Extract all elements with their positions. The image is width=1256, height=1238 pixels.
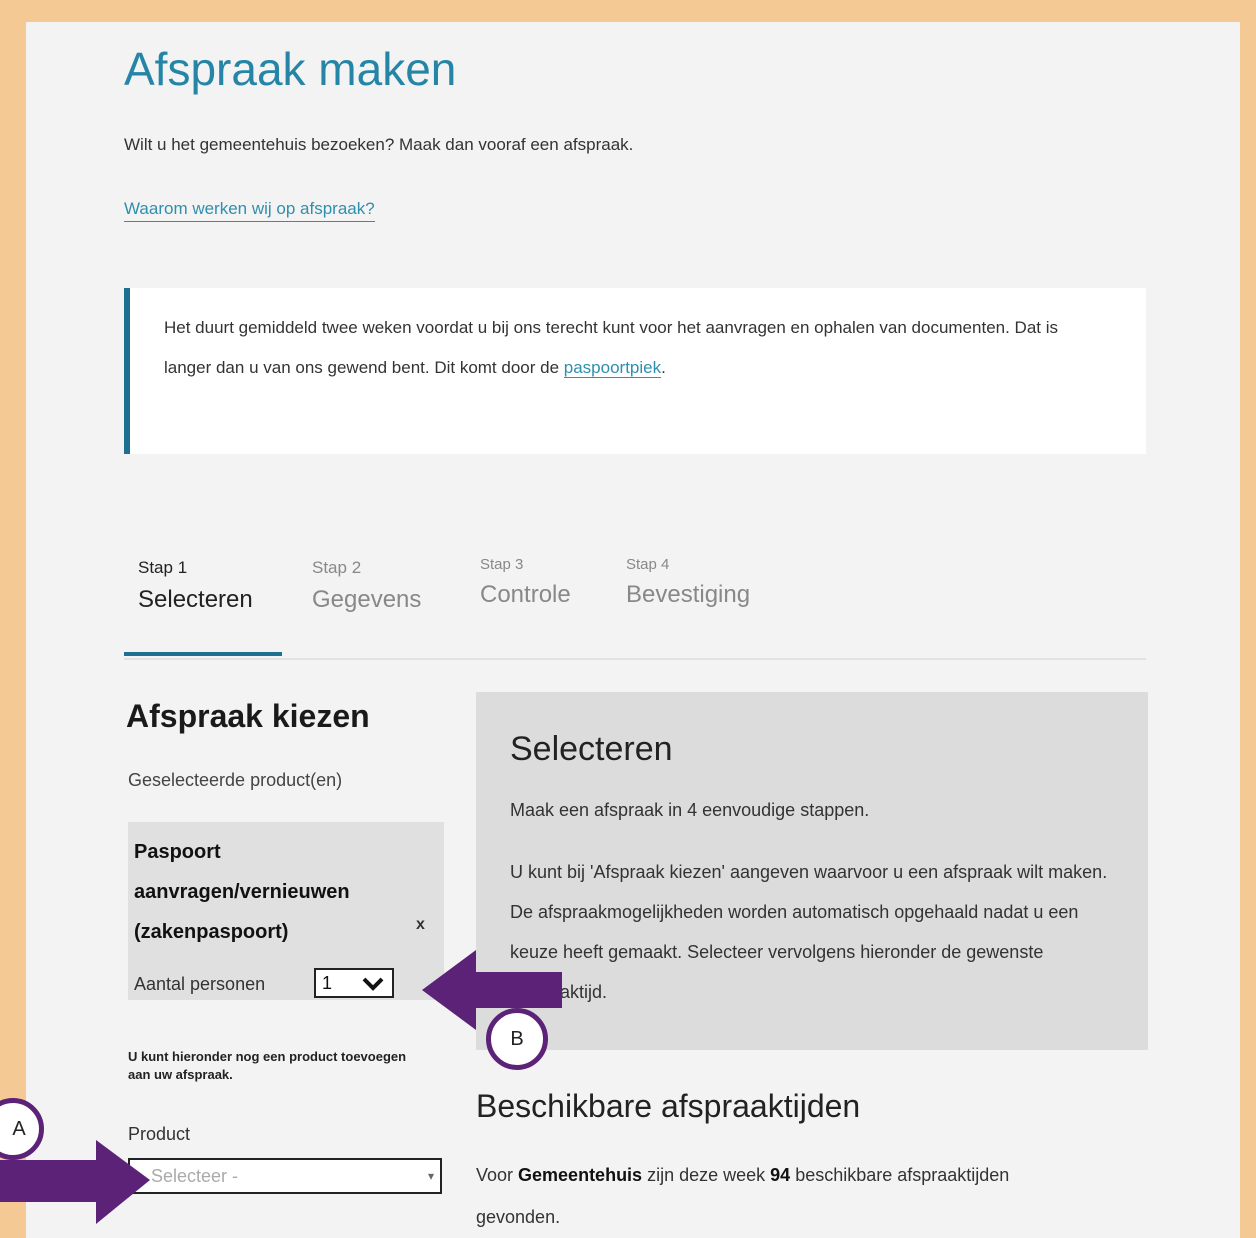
annotation-arrows bbox=[0, 950, 562, 1224]
annotation-a-label: A bbox=[12, 1118, 26, 1140]
annotation-b-marker: B bbox=[486, 1008, 548, 1070]
arrow-b-icon bbox=[422, 950, 562, 1030]
